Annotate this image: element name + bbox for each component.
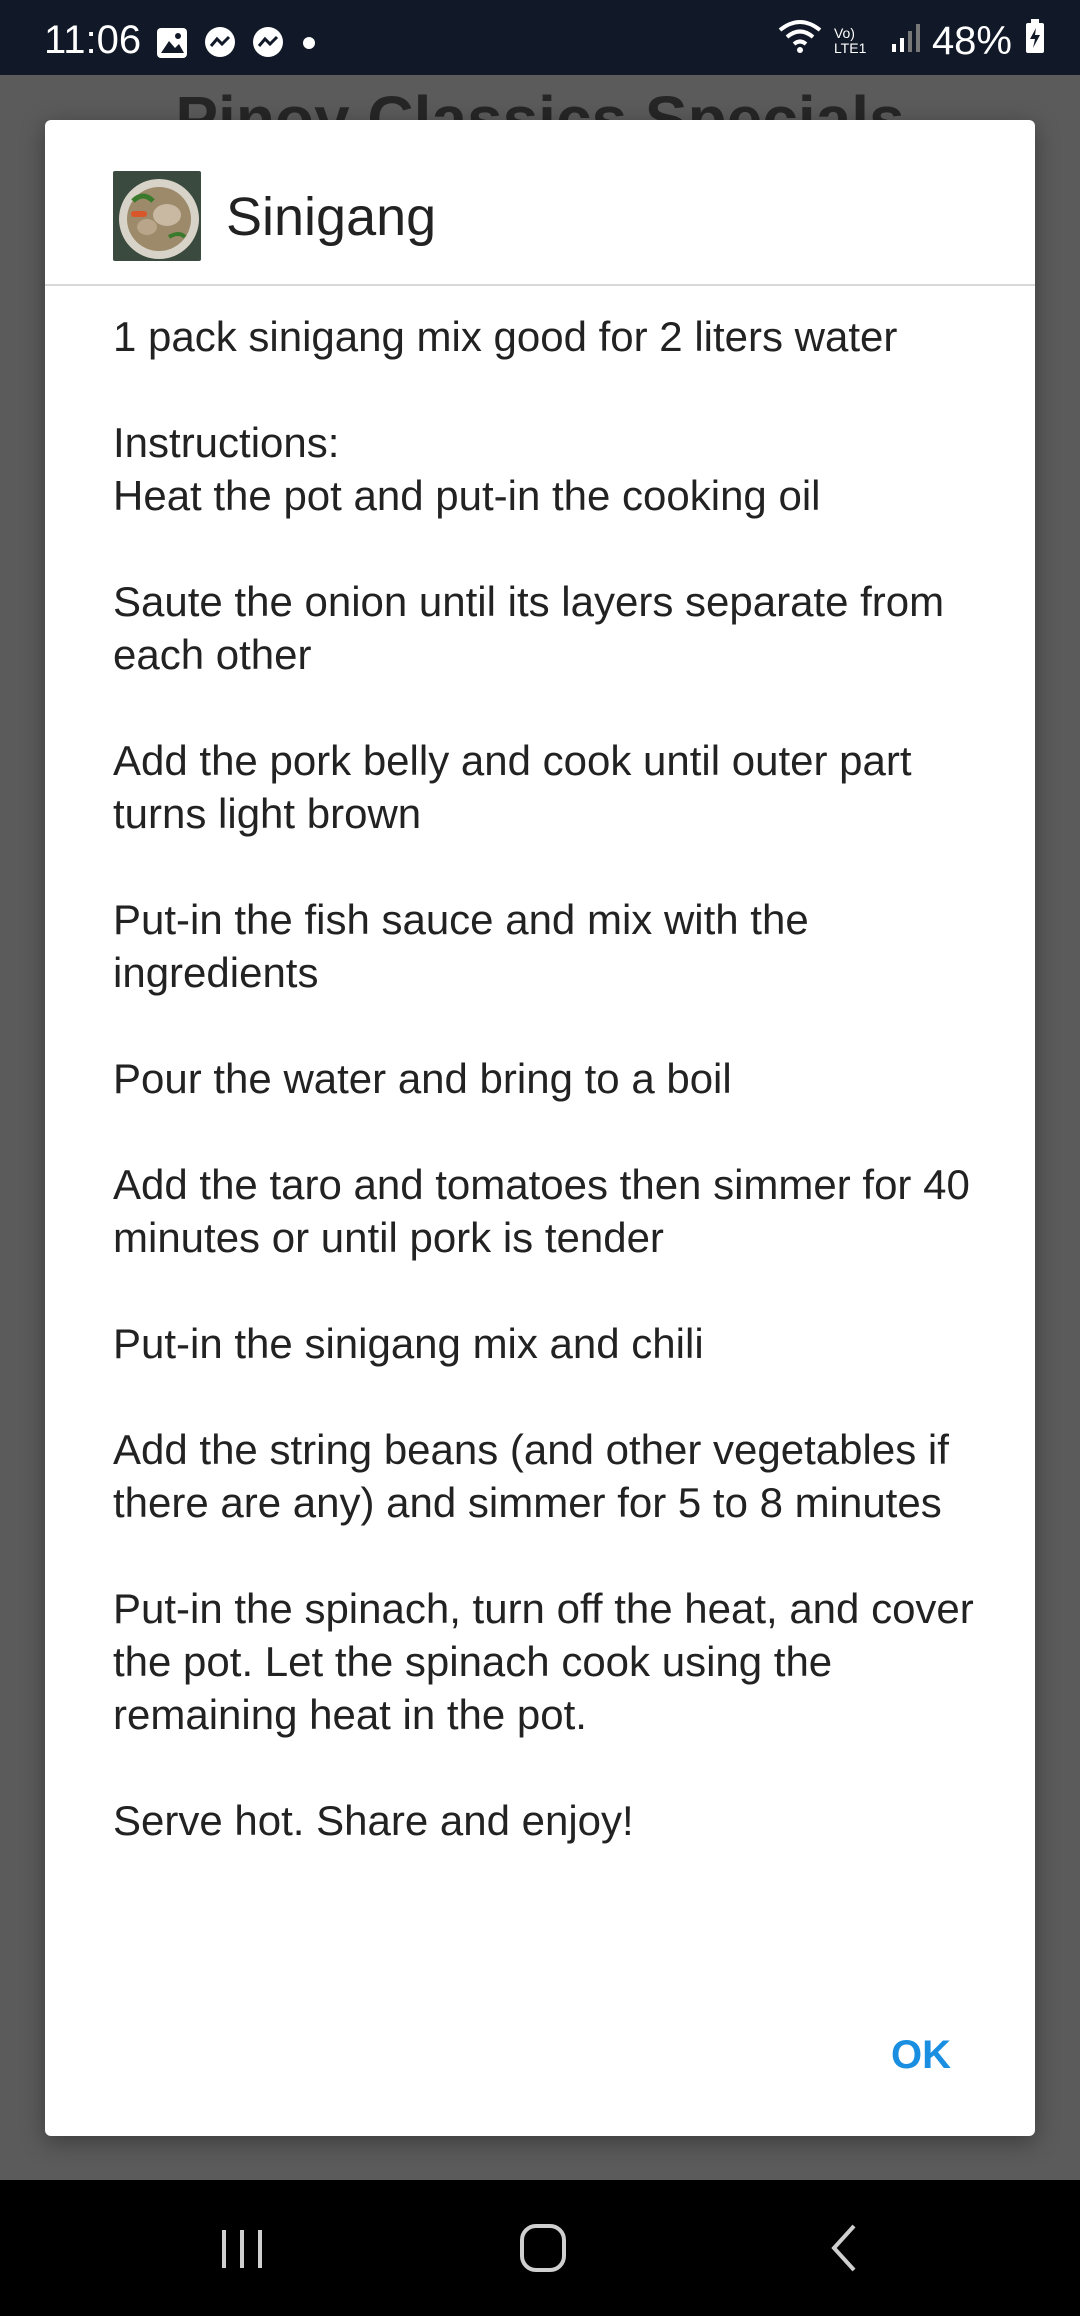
notification-icons [155, 26, 319, 65]
battery-icon [1024, 18, 1046, 64]
instruction-step: Instructions: Heat the pot and put-in th… [113, 419, 821, 519]
status-time: 11:06 [44, 18, 142, 62]
instruction-step: Put-in the spinach, turn off the heat, a… [113, 1585, 974, 1738]
recipe-text: 1 pack sinigang mix good for 2 liters wa… [113, 310, 1013, 1900]
instruction-step: Add the pork belly and cook until outer … [113, 737, 912, 837]
instruction-step: Put-in the fish sauce and mix with the i… [113, 896, 809, 996]
messenger-icon [251, 26, 285, 65]
home-icon[interactable] [512, 2216, 576, 2285]
recipe-dialog: Sinigang 1 pack sinigang mix good for 2 … [45, 120, 1035, 2136]
status-bar: 11:06 Vo) LTE1 48% [0, 0, 1080, 75]
recent-apps-icon[interactable] [212, 2216, 272, 2285]
dialog-title: Sinigang [226, 187, 437, 247]
navigation-bar [0, 2180, 1080, 2316]
instruction-step: Add the string beans (and other vegetabl… [113, 1426, 949, 1526]
battery-percent: 48% [931, 18, 1012, 63]
back-icon[interactable] [816, 2216, 876, 2285]
instruction-step: Pour the water and bring to a boil [113, 1055, 732, 1102]
instruction-step: Serve hot. Share and enjoy! [113, 1797, 634, 1844]
ingredient-line: 1 pack sinigang mix good for 2 liters wa… [113, 313, 898, 360]
dialog-header: Sinigang [45, 120, 1035, 286]
messenger-icon [203, 26, 237, 65]
food-bowl-image [113, 171, 201, 261]
volte-label: Vo) LTE1 [833, 25, 867, 56]
more-notifications-dot-icon [299, 26, 319, 65]
status-indicators: Vo) LTE1 48% [778, 18, 1046, 64]
wifi-icon [778, 18, 822, 64]
signal-icon [890, 19, 920, 64]
instruction-step: Put-in the sinigang mix and chili [113, 1320, 704, 1367]
instruction-step: Add the taro and tomatoes then simmer fo… [113, 1161, 970, 1261]
instruction-step: Saute the onion until its layers separat… [113, 578, 945, 678]
ok-button[interactable]: OK [871, 2020, 971, 2090]
gallery-icon [155, 26, 189, 65]
